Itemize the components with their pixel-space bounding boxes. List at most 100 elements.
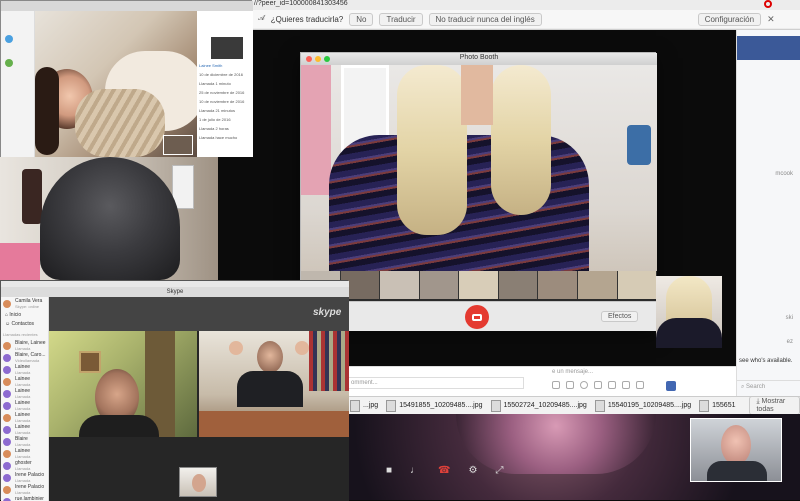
list-item[interactable]: Lainee Llamada xyxy=(1,400,48,412)
file-icon xyxy=(386,399,397,412)
list-item[interactable]: Irene Palacio Llamada xyxy=(1,484,48,496)
facebook-contact-name[interactable] xyxy=(737,90,800,114)
facebook-contact-name[interactable] xyxy=(737,186,800,210)
contact-status: Llamada xyxy=(15,478,31,483)
self-view-thumbnail xyxy=(179,467,217,497)
emoji-icon[interactable] xyxy=(580,381,588,389)
file-icon xyxy=(594,399,605,412)
facebook-contact-name[interactable] xyxy=(737,258,800,282)
gif-icon[interactable] xyxy=(566,381,574,389)
like-icon[interactable] xyxy=(666,381,676,391)
address-bar[interactable]: //?peer_id=100000841303456 xyxy=(250,0,750,8)
camera-icon[interactable] xyxy=(622,381,630,389)
window-titlebar: Skype xyxy=(1,287,349,297)
contact-status: Llamada xyxy=(15,490,31,495)
show-all-downloads-button[interactable]: ⤓ Mostrar todas xyxy=(749,396,800,415)
list-item[interactable]: Irene Palacio Llamada xyxy=(1,472,48,484)
no-button[interactable]: No xyxy=(349,12,374,26)
translate-settings-button[interactable]: Configuración xyxy=(697,12,762,26)
facebook-contact-name[interactable] xyxy=(737,66,800,90)
contact-status: Llamada xyxy=(15,418,31,423)
history-row: Llamada 21 minutos xyxy=(199,108,236,113)
self-view-thumbnail xyxy=(690,418,782,482)
attach-icon[interactable] xyxy=(608,381,616,389)
filmstrip-thumbnail[interactable] xyxy=(419,271,460,299)
facebook-contact-name[interactable] xyxy=(737,282,800,306)
message-input[interactable]: e un mensaje... xyxy=(552,369,672,379)
end-call-icon[interactable]: ☎ xyxy=(438,465,450,476)
filmstrip-thumbnail[interactable] xyxy=(617,271,658,299)
facebook-search[interactable]: ⌕ Search xyxy=(737,380,800,394)
filmstrip-thumbnail[interactable] xyxy=(498,271,539,299)
list-item[interactable]: Lainee Llamada xyxy=(1,412,48,424)
gear-icon[interactable]: ⚙ xyxy=(469,465,478,476)
filmstrip-thumbnail[interactable] xyxy=(380,271,420,299)
facebook-contact-name[interactable]: ez xyxy=(737,330,800,354)
photo-booth-window: Photo Booth Efectos xyxy=(300,52,658,331)
blonde-hair-right xyxy=(491,65,551,215)
url-text[interactable]: //?peer_id=100000841303456 xyxy=(254,0,348,7)
download-item[interactable]: ...jpg xyxy=(350,399,378,412)
effects-button[interactable]: Efectos xyxy=(601,311,639,322)
avatar xyxy=(3,438,11,446)
avatar[interactable] xyxy=(5,35,13,43)
profile-header[interactable]: Camila Vera Skype: online xyxy=(1,297,48,311)
facebook-contact-name[interactable]: mcook xyxy=(737,162,800,186)
search-input[interactable]: Search xyxy=(746,384,765,390)
recents-header: Llamadas recientes xyxy=(3,332,38,337)
pink-cloth xyxy=(0,243,40,280)
pink-towel xyxy=(301,65,331,195)
search-icon: ⌕ xyxy=(741,384,745,390)
fullscreen-icon[interactable]: ⤢ xyxy=(495,465,503,476)
filmstrip-thumbnail[interactable] xyxy=(459,271,499,299)
list-item[interactable]: Lainee Llamada xyxy=(1,448,48,460)
download-item[interactable]: 15491855_10209485....jpg xyxy=(386,399,483,412)
opera-icon[interactable] xyxy=(764,0,772,8)
list-item[interactable]: ghoster Llamada xyxy=(1,460,48,472)
list-item[interactable]: Lainee Llamada xyxy=(1,376,48,388)
shared-photo xyxy=(211,37,243,59)
list-item[interactable]: Blaire, Caro... Videollamada xyxy=(1,352,48,364)
comment-input[interactable]: omment... xyxy=(348,377,524,389)
facebook-contact-name[interactable] xyxy=(737,138,800,162)
microphone-icon[interactable]: ♩ xyxy=(410,465,420,476)
history-row: Llamada 2 horas xyxy=(199,126,229,131)
calendar-icon[interactable] xyxy=(636,381,644,389)
photo-icon[interactable] xyxy=(594,381,602,389)
filmstrip-thumbnail[interactable] xyxy=(577,271,618,299)
list-item[interactable]: Lainee Llamada xyxy=(1,424,48,436)
facebook-contact-name[interactable] xyxy=(737,114,800,138)
list-item[interactable]: Lainee Llamada xyxy=(1,364,48,376)
list-item[interactable]: Blaire, Lainee Llamada xyxy=(1,340,48,352)
download-item[interactable]: 15502724_10209485....jpg xyxy=(490,399,587,412)
camera-shutter-button[interactable] xyxy=(465,305,489,329)
avatar[interactable] xyxy=(5,59,13,67)
file-icon xyxy=(490,399,501,412)
remote-video-feed xyxy=(35,11,197,157)
list-item[interactable]: Lainee Llamada xyxy=(1,388,48,400)
window-titlebar xyxy=(1,1,253,11)
download-item[interactable]: 15540195_10209485....jpg xyxy=(594,399,691,412)
facebook-contact-name[interactable]: ski xyxy=(737,306,800,330)
filmstrip-thumbnail[interactable] xyxy=(538,271,578,299)
skype-mini-sidebar xyxy=(1,11,35,157)
close-icon[interactable]: ✕ xyxy=(767,14,775,25)
photo-booth-controls: Efectos xyxy=(301,301,657,331)
list-item[interactable]: Blaire Llamada xyxy=(1,436,48,448)
contact-status: Llamada xyxy=(15,406,31,411)
facebook-contact-name[interactable] xyxy=(737,210,800,234)
video-camera-icon[interactable]: ■ xyxy=(386,465,392,476)
sidebar-item-home[interactable]: ⌂ Inicio xyxy=(1,311,48,320)
download-item[interactable]: 155651 xyxy=(699,399,735,412)
list-item[interactable]: rue.lambinierLlamada xyxy=(1,496,48,501)
never-translate-button[interactable]: No traducir nunca del inglés xyxy=(428,12,542,26)
facebook-contact-name[interactable] xyxy=(737,234,800,258)
sticker-icon[interactable] xyxy=(552,381,560,389)
translate-button[interactable]: Traducir xyxy=(379,12,423,26)
skype-logo: skype xyxy=(313,307,342,318)
translate-icon: 𝓐 xyxy=(258,15,265,22)
conversation-panel: Lainee Smith 10 de diciembre de 2016 Lla… xyxy=(197,11,253,157)
facebook-page-background: mcook ski ez see who's available. ⌕ Sear… xyxy=(736,0,800,400)
sidebar-item-contacts[interactable]: ☺ Contactos xyxy=(1,320,48,329)
dark-shirt xyxy=(79,415,159,437)
